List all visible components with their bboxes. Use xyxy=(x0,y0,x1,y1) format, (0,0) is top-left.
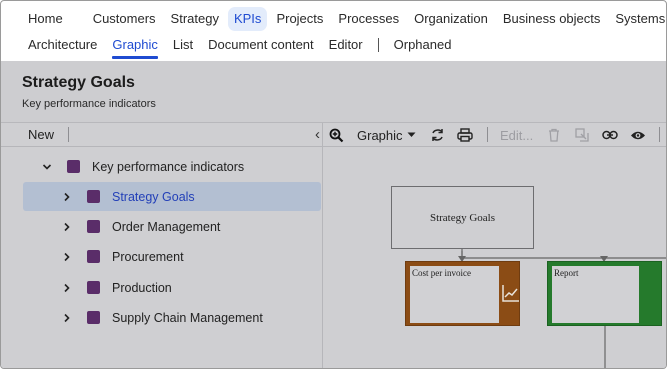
folder-icon xyxy=(87,311,100,324)
tree-item-label: Key performance indicators xyxy=(92,159,245,174)
tree-item-label: Strategy Goals xyxy=(112,189,195,204)
diagram-node-report[interactable]: Report xyxy=(547,261,662,326)
nav-kpis[interactable]: KPIs xyxy=(227,7,268,31)
folder-icon xyxy=(67,160,80,173)
app-window: Home Customers Strategy KPIs Projects Pr… xyxy=(0,0,667,369)
page-title: Strategy Goals xyxy=(22,74,135,91)
folder-icon xyxy=(87,190,100,203)
tab-graphic[interactable]: Graphic xyxy=(103,30,167,60)
diagram-node-cost-per-invoice[interactable]: Cost per invoice xyxy=(405,261,520,326)
tree-item-supply-chain-management[interactable]: Supply Chain Management xyxy=(23,303,321,332)
chevron-down-icon xyxy=(407,132,416,137)
eye-icon[interactable] xyxy=(630,123,646,147)
tree-item-root[interactable]: Key performance indicators xyxy=(23,152,321,181)
tree-item-production[interactable]: Production xyxy=(23,273,321,302)
print-icon[interactable] xyxy=(457,123,473,147)
diagram-node-strategy-goals[interactable]: Strategy Goals xyxy=(391,186,534,249)
kpi-chart-icon xyxy=(502,285,519,302)
tree-item-strategy-goals[interactable]: Strategy Goals xyxy=(23,182,321,211)
chevron-right-icon[interactable] xyxy=(62,283,72,293)
sub-nav: Architecture Graphic List Document conte… xyxy=(1,30,666,60)
link-icon[interactable] xyxy=(602,123,618,147)
diagram-node-label: Cost per invoice xyxy=(412,268,471,278)
diagram-node-label: Strategy Goals xyxy=(429,211,496,224)
toolbar-separator xyxy=(487,127,488,142)
chevron-right-icon[interactable] xyxy=(62,222,72,232)
tab-separator xyxy=(377,38,379,52)
folder-icon xyxy=(87,220,100,233)
view-dropdown-label: Graphic xyxy=(357,127,403,143)
edit-button[interactable]: Edit... xyxy=(500,123,533,147)
tab-editor[interactable]: Editor xyxy=(329,30,363,60)
tab-document-content[interactable]: Document content xyxy=(208,30,314,60)
page-header xyxy=(1,61,666,123)
folder-icon xyxy=(87,281,100,294)
diagram-node-label: Report xyxy=(554,268,579,278)
chevron-right-icon[interactable] xyxy=(62,313,72,323)
new-button[interactable]: New xyxy=(28,127,54,142)
tab-orphaned[interactable]: Orphaned xyxy=(394,30,452,60)
collapse-panel-icon[interactable]: ‹ xyxy=(315,126,320,143)
tab-architecture[interactable]: Architecture xyxy=(28,30,97,60)
move-icon[interactable] xyxy=(575,123,589,147)
chevron-right-icon[interactable] xyxy=(62,252,72,262)
page-subtitle: Key performance indicators xyxy=(22,98,156,110)
folder-icon xyxy=(87,250,100,263)
tree-item-label: Order Management xyxy=(112,219,221,234)
tree-item-label: Procurement xyxy=(112,249,184,264)
chevron-down-icon[interactable] xyxy=(42,162,52,172)
zoom-in-icon[interactable] xyxy=(329,123,344,147)
chevron-right-icon[interactable] xyxy=(62,192,72,202)
tree-item-label: Supply Chain Management xyxy=(112,310,263,325)
toolbar-separator xyxy=(68,127,69,142)
tab-list[interactable]: List xyxy=(173,30,193,60)
refresh-icon[interactable] xyxy=(430,123,445,147)
tree-item-procurement[interactable]: Procurement xyxy=(23,242,321,271)
view-dropdown[interactable]: Graphic xyxy=(357,123,416,147)
delete-icon[interactable] xyxy=(548,123,560,147)
diagram-toolbar: Graphic Edit... xyxy=(323,123,666,147)
toolbar-separator xyxy=(659,127,660,142)
diagram-connectors xyxy=(458,249,666,368)
tree-item-order-management[interactable]: Order Management xyxy=(23,212,321,241)
tree-item-label: Production xyxy=(112,280,172,295)
